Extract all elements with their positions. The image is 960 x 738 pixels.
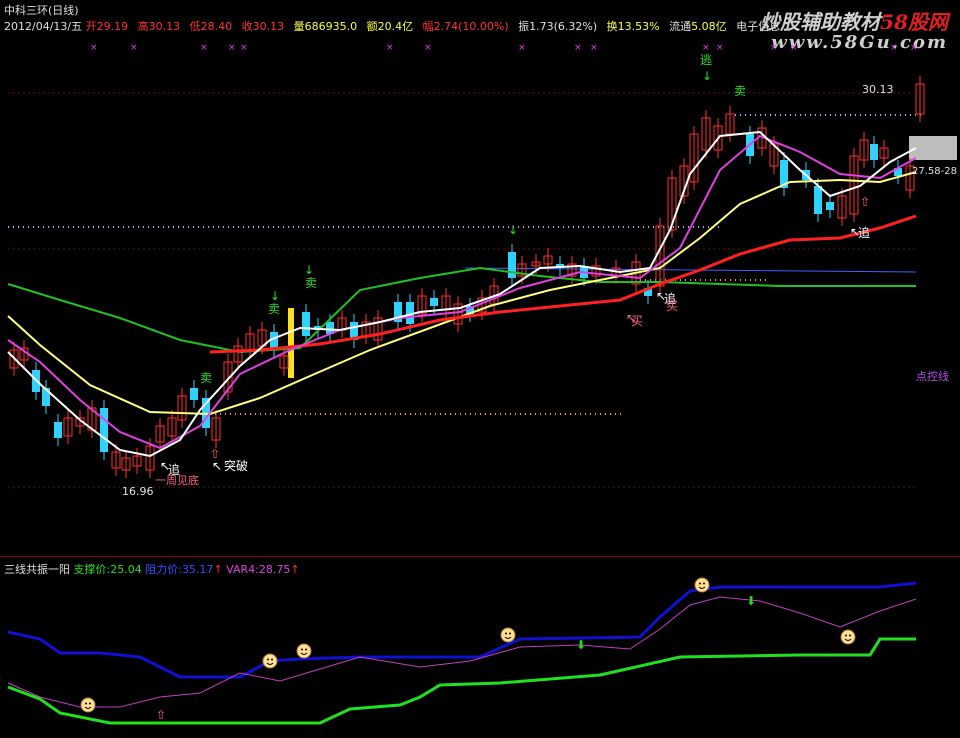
x-mark-icon: × <box>590 43 598 53</box>
sell-label-4: 卖 <box>734 84 746 98</box>
bottom-label: 一周见底 <box>155 473 199 487</box>
buy-label-2: 买 <box>666 299 678 313</box>
arrow-down-icon: ↓ <box>304 263 314 277</box>
x-mark-icon: × <box>890 43 898 53</box>
arrow-down-icon: ⬇ <box>576 638 586 652</box>
smiley-icon <box>840 629 856 645</box>
ma-yellow <box>7 171 917 416</box>
x-mark-icon: × <box>228 43 236 53</box>
arrow-down-icon: ↓ <box>702 69 712 83</box>
x-mark-icon: × <box>770 43 778 53</box>
sell-label-1: 卖 <box>268 302 280 316</box>
indicator-lines <box>7 581 917 725</box>
arrow-down-icon: ↓ <box>508 223 518 237</box>
x-mark-icon: × <box>702 43 710 53</box>
candle-body <box>508 252 516 278</box>
chase-label-3: 追 <box>858 225 870 240</box>
level-label: 点控线 <box>916 369 949 383</box>
highlight-bar <box>288 308 294 378</box>
candlesticks <box>9 76 925 478</box>
sell-label-2: 卖 <box>305 276 317 290</box>
x-mark-icon: × <box>716 43 724 53</box>
x-mark-icon: × <box>240 43 248 53</box>
arrow-up-icon: ⇧ <box>156 708 166 722</box>
indicator-marks: ⬇ ⬇ ⇧ <box>80 577 856 722</box>
arrow-down-icon: ↓ <box>270 289 280 303</box>
x-mark-icon: × <box>90 43 98 53</box>
x-mark-icon: × <box>518 43 526 53</box>
x-mark-icon: × <box>130 43 138 53</box>
price-high-label: 30.13 <box>862 83 894 96</box>
candle-body <box>302 312 310 336</box>
escape-label: 逃 <box>700 53 712 67</box>
x-mark-icon: × <box>424 43 432 53</box>
candle-body <box>190 388 198 400</box>
candle-body <box>100 408 108 452</box>
arrow-down-icon: ⬇ <box>746 594 756 608</box>
moving-averages <box>7 130 917 458</box>
kline-chart[interactable]: × × × × × × × × × × × × × × × ×↓↓↓↓⇧⇧↖ ↖↖↖↖ 30.13 16.96 … <box>0 0 960 556</box>
x-mark-icon: × <box>386 43 394 53</box>
candle-body <box>814 186 822 214</box>
candle-body <box>54 422 62 438</box>
indicator-pink-line <box>7 596 917 708</box>
x-mark-icon: × <box>790 43 798 53</box>
smiley-icon <box>500 627 516 643</box>
smiley-icon <box>694 577 710 593</box>
indicator-blue-line <box>7 581 917 679</box>
ma-white <box>7 130 917 458</box>
buy-label-1: 买 <box>631 314 643 328</box>
x-mark-icon: × <box>910 43 918 53</box>
indicator-chart[interactable]: ⬇ ⬇ ⇧ <box>0 557 960 738</box>
x-mark-icon: × <box>574 43 582 53</box>
price-low-label: 16.96 <box>122 485 154 498</box>
candle-body <box>826 202 834 210</box>
smiley-icon <box>262 653 278 669</box>
candle-body <box>430 298 438 306</box>
breakout-label: 突破 <box>224 458 248 473</box>
price-tag <box>909 136 957 160</box>
smiley-icon <box>80 697 96 713</box>
level-line <box>464 267 917 273</box>
indicator-green-line <box>7 637 916 725</box>
x-mark-icon: × <box>200 43 208 53</box>
arrow-up-icon: ⇧ <box>860 195 870 209</box>
price-side-label: 27.58-28 <box>912 166 957 177</box>
ma-magenta <box>7 134 917 450</box>
candle-body <box>870 144 878 160</box>
smiley-icon <box>296 643 312 659</box>
arrow-icon: ↖ <box>212 459 222 473</box>
sell-label-3: 卖 <box>200 371 212 385</box>
